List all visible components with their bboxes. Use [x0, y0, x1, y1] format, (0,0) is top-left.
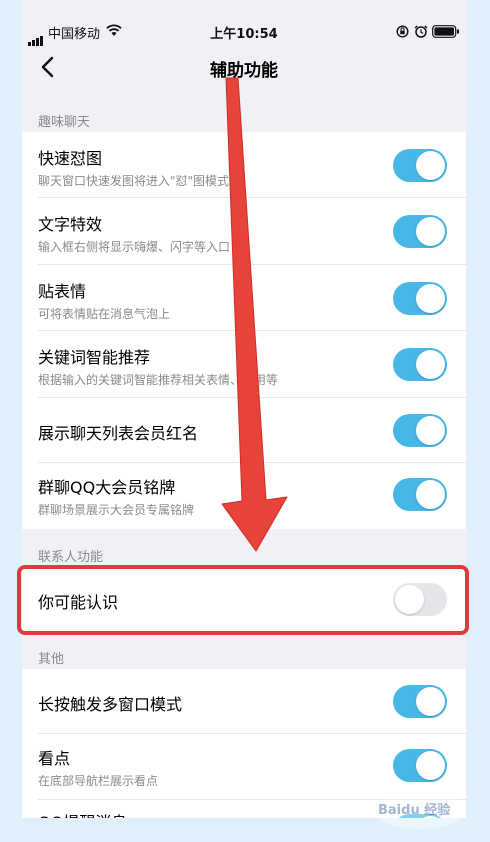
- watermark-text: Baidu 经验: [378, 802, 451, 818]
- annotation-arrow: [221, 77, 288, 552]
- baidu-watermark: Baidu 经验: [374, 791, 466, 829]
